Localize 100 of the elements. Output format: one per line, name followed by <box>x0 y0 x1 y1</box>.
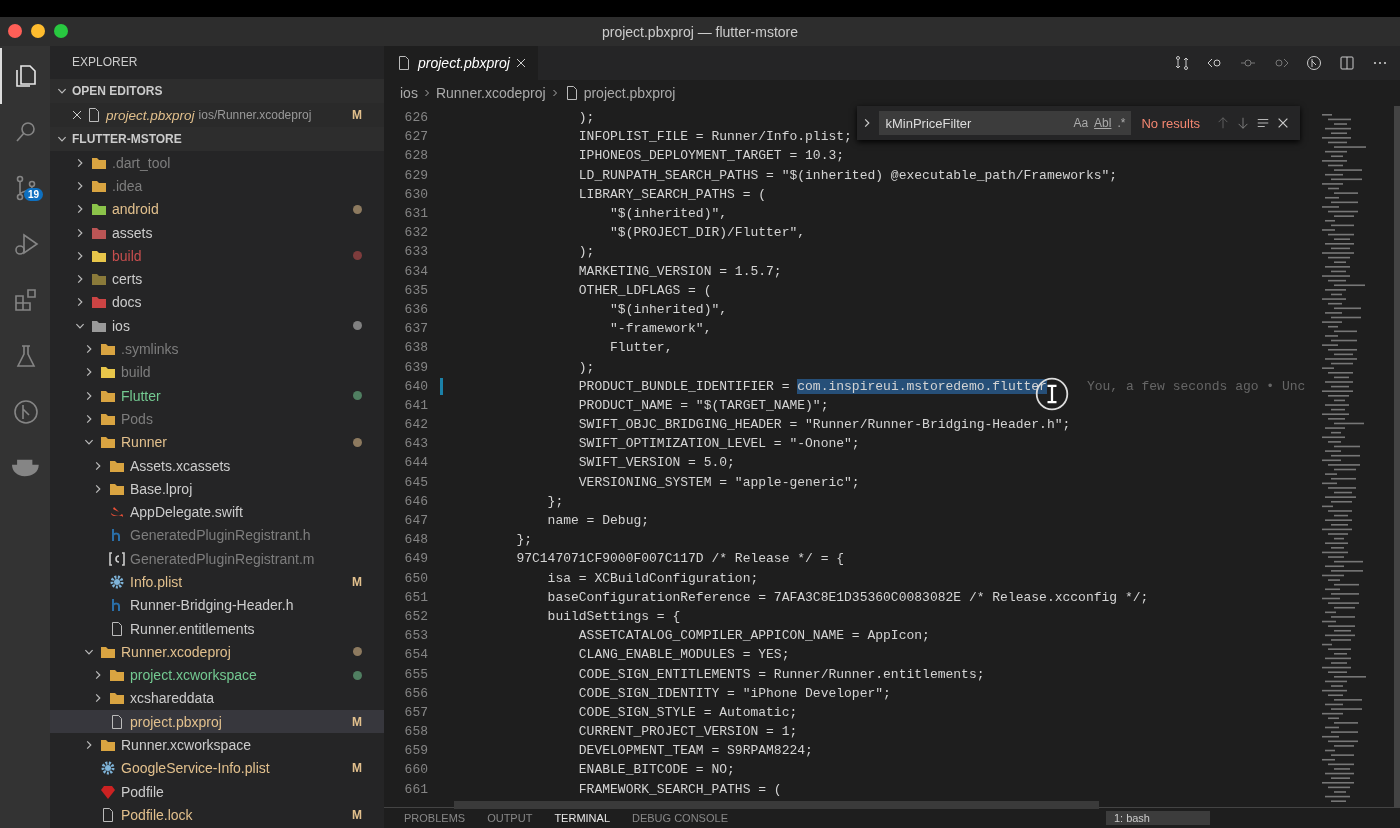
panel-tab[interactable]: PROBLEMS <box>404 812 466 824</box>
tree-item[interactable]: ios <box>50 314 384 338</box>
tree-item[interactable]: Info.plist M <box>50 570 384 594</box>
code-line: IPHONEOS_DEPLOYMENT_TARGET = 10.3; <box>577 148 845 164</box>
tree-item[interactable]: GeneratedPluginRegistrant.h <box>50 523 384 548</box>
code-line: LD_RUNPATH_SEARCH_PATHS = "$(inherited) @executable_path/Frameworks"; <box>577 167 1118 183</box>
terminal-dropdown[interactable]: 1: bash <box>1105 811 1210 825</box>
file-icon <box>109 713 125 730</box>
folder-icon <box>100 434 116 451</box>
code-line: ); <box>577 244 595 260</box>
line-number: 660 <box>403 762 428 778</box>
code-line: FRAMEWORK_SEARCH_PATHS = ( <box>577 781 782 797</box>
tree-item[interactable]: Podfile.lock M <box>50 803 384 827</box>
open-editor-item[interactable]: project.pbxproj ios/Runner.xcodeproj M <box>50 103 384 127</box>
file-name: Flutter <box>121 387 161 404</box>
code-line: }; <box>546 493 564 509</box>
breadcrumb[interactable]: project.pbxproj <box>583 85 676 101</box>
tree-item[interactable]: Runner <box>50 430 384 454</box>
line-number: 644 <box>403 455 428 471</box>
tree-item[interactable]: certs <box>50 267 384 291</box>
file-name: Runner.xcodeproj <box>121 643 231 660</box>
tree-item[interactable]: .symlinks <box>50 337 384 361</box>
file-name: Runner.xcworkspace <box>121 737 251 754</box>
tree-item[interactable]: GoogleService-Info.plist M <box>50 756 384 780</box>
tree-item[interactable]: project.pbxproj M <box>50 710 384 734</box>
file-name: Assets.xcassets <box>130 457 231 474</box>
tree-item[interactable]: Podfile <box>50 780 384 804</box>
tree-item[interactable]: Runner.xcworkspace <box>50 733 384 757</box>
line-number: 635 <box>403 282 428 298</box>
close-icon[interactable] <box>1276 116 1290 130</box>
tree-item[interactable]: .dart_tool <box>50 151 384 175</box>
tree-item[interactable]: Pods <box>50 407 384 431</box>
line-number: 637 <box>403 321 428 337</box>
panel-tab[interactable]: DEBUG CONSOLE <box>632 812 728 824</box>
minimize-window-button[interactable] <box>31 24 45 38</box>
line-number: 653 <box>403 628 428 644</box>
blame-annotation: You, a few seconds ago • Unc <box>1086 378 1306 394</box>
code-line: isa = XCBuildConfiguration; <box>546 570 759 586</box>
code-line: Flutter, <box>609 340 673 356</box>
tree-item[interactable]: android <box>50 197 384 221</box>
compare-changes-icon[interactable] <box>1174 55 1190 71</box>
line-number: 641 <box>403 397 428 413</box>
line-number: 630 <box>403 186 428 202</box>
scrollbar[interactable] <box>1394 106 1400 807</box>
file-name: project.pbxproj <box>130 713 222 730</box>
section-header[interactable]: OPEN EDITORS <box>50 79 384 103</box>
code-line: INFOPLIST_FILE = Runner/Info.plist; <box>577 129 852 145</box>
tree-item[interactable]: xcshareddata <box>50 686 384 711</box>
editor-tab[interactable]: project.pbxproj <box>384 46 538 80</box>
close-window-button[interactable] <box>8 24 22 38</box>
panel-tab[interactable]: TERMINAL <box>554 812 610 824</box>
c-file-icon <box>109 550 125 567</box>
file-name: ios <box>112 317 130 334</box>
code-line: 97C147071CF9000F007C117D /* Release */ = { <box>515 551 845 567</box>
tree-item[interactable]: .idea <box>50 174 384 198</box>
file-name: Runner-Bridging-Header.h <box>130 597 294 614</box>
tree-item[interactable]: Flutter <box>50 383 384 408</box>
search-text: kMinPriceFilter <box>885 115 973 131</box>
file-name: build <box>112 247 142 264</box>
file-name: GeneratedPluginRegistrant.m <box>130 550 315 567</box>
gear-icon <box>109 574 125 590</box>
tree-item[interactable]: build <box>50 360 384 384</box>
tree-item[interactable]: docs <box>50 290 384 315</box>
tree-item[interactable]: assets <box>50 220 384 245</box>
file-name: .dart_tool <box>112 154 171 171</box>
tree-item[interactable]: Runner.xcodeproj <box>50 640 384 664</box>
tree-item[interactable]: Base.lproj <box>50 477 384 501</box>
tree-item[interactable]: project.xcworkspace <box>50 663 384 687</box>
close-icon <box>515 58 526 68</box>
ruby-icon <box>100 783 116 800</box>
file-name: Pods <box>121 410 153 427</box>
find-input[interactable]: kMinPriceFilter Aa Abl .* <box>879 111 1132 135</box>
count-badge: 19 <box>24 188 44 201</box>
tree-item[interactable]: AppDelegate.swift <box>50 500 384 524</box>
file-name: certs <box>112 271 143 288</box>
git-graph-icon[interactable] <box>1306 55 1322 71</box>
regex-toggle[interactable]: .* <box>1117 116 1126 130</box>
tree-item[interactable]: Assets.xcassets <box>50 453 384 478</box>
file-name: GeneratedPluginRegistrant.h <box>130 527 311 544</box>
panel-tab[interactable]: OUTPUT <box>487 812 533 824</box>
code-line: ASSETCATALOG_COMPILER_APPICON_NAME = AppIcon; <box>577 628 930 644</box>
breadcrumb[interactable]: ios <box>400 85 418 101</box>
arrow-down-icon[interactable] <box>1236 116 1250 130</box>
tree-item[interactable]: GeneratedPluginRegistrant.m <box>50 547 384 571</box>
code-line: MARKETING_VERSION = 1.5.7; <box>577 263 782 279</box>
breadcrumb[interactable]: Runner.xcodeproj <box>435 85 546 101</box>
line-number: 642 <box>403 417 428 433</box>
find-in-selection-icon[interactable] <box>1256 116 1270 130</box>
scrollbar[interactable] <box>454 800 1099 809</box>
match-case-toggle[interactable]: Aa <box>1073 116 1089 130</box>
code-line: "-framework", <box>609 321 712 337</box>
split-editor-icon[interactable] <box>1339 55 1355 71</box>
activity-item[interactable]: 19 <box>0 160 50 216</box>
whole-word-toggle[interactable]: Abl <box>1094 116 1112 130</box>
maximize-window-button[interactable] <box>54 24 68 38</box>
tree-item[interactable]: Runner-Bridging-Header.h <box>50 593 384 617</box>
file-name: .idea <box>112 177 143 194</box>
section-header[interactable]: FLUTTER-MSTORE <box>50 127 384 151</box>
tree-item[interactable]: Runner.entitlements <box>50 616 384 641</box>
line-number: 627 <box>403 129 428 145</box>
